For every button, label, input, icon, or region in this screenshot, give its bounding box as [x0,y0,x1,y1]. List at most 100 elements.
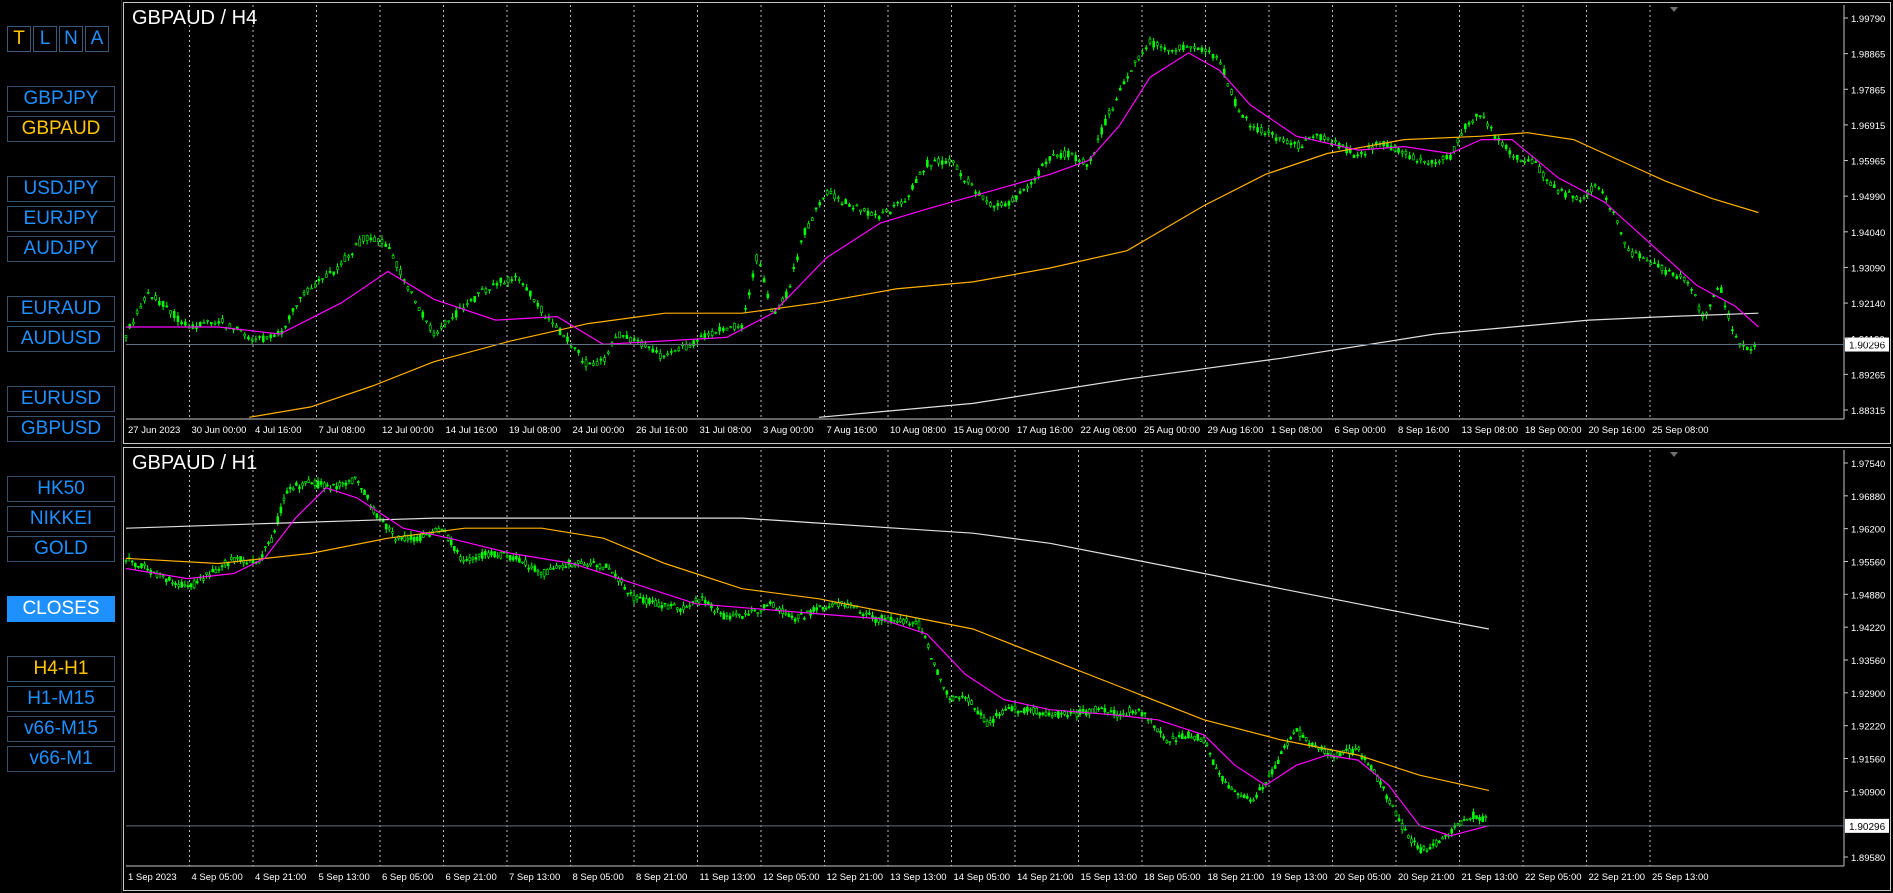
candle-body [1286,742,1289,746]
candle-body [484,288,488,293]
pair-button-gold[interactable]: GOLD [7,536,115,562]
candle-body [1215,767,1218,770]
shift-marker-icon[interactable] [1670,7,1678,12]
shift-marker-icon[interactable] [1670,452,1678,457]
pair-button-usdjpy[interactable]: USDJPY [7,176,115,202]
n-button[interactable]: N [59,26,83,52]
time-axis-label: 17 Aug 16:00 [1017,425,1073,436]
candle-body [1118,88,1122,91]
candle-body [158,301,161,306]
candle-body [1430,160,1434,164]
chart-panel-h4[interactable]: 1.90296 1.99790 1.98865 1.97865 1.96915 1.959… [123,2,1891,444]
candle-body [1103,707,1107,713]
candle-body [1196,47,1200,51]
candle-body [1428,847,1432,850]
candle-body [1140,712,1144,717]
pair-button-euraud[interactable]: EURAUD [7,296,115,322]
candle-body [926,644,930,648]
candle-body [1193,46,1196,49]
time-axis-label: 31 Jul 08:00 [700,425,752,436]
candle-body [1297,141,1300,150]
candle-body [335,486,338,490]
candle-body [762,278,766,283]
candle-body [784,612,788,615]
candle-body [496,555,500,558]
candle-body [592,362,595,366]
candle-body [1134,712,1138,714]
time-axis-label: 20 Sep 16:00 [1589,425,1646,436]
pair-button-gbpaud[interactable]: GBPAUD [7,116,115,142]
mode-button-v66-m1[interactable]: v66-M1 [7,746,115,772]
candle-body [1233,790,1237,793]
time-axis-label: 3 Aug 00:00 [763,425,814,436]
candle-body [1128,707,1131,713]
t-button[interactable]: T [7,26,31,52]
time-axis-label: 22 Sep 21:00 [1589,872,1646,883]
candle-body [533,565,537,572]
candle-body [205,572,208,575]
candle-body [895,621,899,623]
candle-body [365,235,369,241]
candle-body [1642,257,1645,260]
pair-button-audusd[interactable]: AUDUSD [7,326,115,352]
pair-button-gbpusd[interactable]: GBPUSD [7,416,115,442]
candle-body [700,596,704,598]
pair-button-eurjpy[interactable]: EURJPY [7,206,115,232]
pair-button-hk50[interactable]: HK50 [7,476,115,502]
candle-body [291,487,295,491]
pair-button-eurusd[interactable]: EURUSD [7,386,115,412]
candle-body [517,279,521,281]
candle-body [217,321,221,324]
mode-button-v66-m15[interactable]: v66-M15 [7,716,115,742]
a-button[interactable]: A [85,26,109,52]
candle-body [586,564,589,567]
candle-body [868,612,871,615]
chart-panel-h1[interactable]: 1.90296 1.97540 1.96880 1.96200 1.95560 1.948… [123,447,1891,891]
price-chart-h4[interactable]: 1.902961.997901.988651.978651.969151.959… [124,3,1892,445]
candle-body [1682,277,1686,282]
l-button[interactable]: L [33,26,57,52]
time-axis-label: 1 Sep 08:00 [1271,425,1322,436]
mode-button-h1-m15[interactable]: H1-M15 [7,686,115,712]
mode-button-h4-h1[interactable]: H4-H1 [7,656,115,682]
candle-body [942,686,946,689]
pair-button-gbpjpy[interactable]: GBPJPY [7,86,115,112]
candle-body [985,720,989,727]
candle-body [211,568,215,573]
candle-body [384,243,388,247]
candle-body [1227,785,1231,789]
candle-body [490,551,493,556]
candle-body [453,546,456,551]
ma-slow-line [249,132,1759,418]
pair-button-nikkei[interactable]: NIKKEI [7,506,115,532]
candle-body [699,335,703,338]
candle-body [1298,729,1302,737]
candle-body [1280,751,1283,755]
time-axis-label: 6 Sep 21:00 [446,872,497,883]
candle-body [1660,265,1664,271]
candle-body [707,333,710,336]
candle-body [1467,122,1471,125]
candle-body [480,552,484,559]
candle-body [629,592,633,594]
candle-body [473,295,477,303]
candle-body [885,209,888,212]
price-chart-h1[interactable]: 1.90296 1.97540 1.96880 1.96200 1.95560 1.948… [124,448,1892,892]
candle-body [1187,731,1190,739]
pair-button-audjpy[interactable]: AUDJPY [7,236,115,262]
candle-body [573,347,577,349]
candle-body [1645,259,1649,262]
candle-body [768,601,772,605]
candle-body [1196,734,1200,741]
candle-body [447,320,451,323]
candle-body [1423,161,1426,163]
candle-body [1354,747,1358,750]
price-axis-label: 1.92900 [1851,689,1885,700]
candle-body [1035,707,1038,715]
candle-body [230,557,233,560]
candle-body [1363,153,1367,156]
candle-body [611,571,614,574]
candle-body [729,326,733,328]
closes-button[interactable]: CLOSES [7,596,115,622]
candle-body [273,334,276,337]
